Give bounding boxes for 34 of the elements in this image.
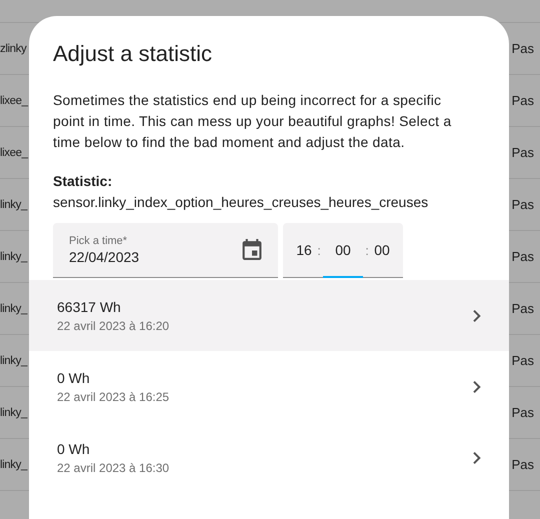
time-field[interactable]: 16 : 00 : 00 [283, 223, 403, 278]
time-segment[interactable]: 00 [371, 223, 393, 278]
chevron-right-icon [473, 452, 481, 464]
table-cell: linky_ [0, 354, 28, 366]
table-cell: Pas [512, 197, 534, 212]
time-segment[interactable]: 00 [323, 223, 363, 278]
table-cell: Pas [512, 405, 534, 420]
statistic-label: Statistic: [53, 172, 114, 191]
table-cell: Pas [512, 301, 534, 316]
table-cell: Pas [512, 249, 534, 264]
table-cell: Pas [512, 41, 534, 56]
chevron-right-icon [473, 310, 481, 322]
statistic-id: sensor.linky_index_option_heures_creuses_heures_creuses [53, 193, 430, 212]
date-field[interactable]: Pick a time* 22/04/2023 [53, 223, 278, 278]
time-separator: : [317, 242, 321, 260]
table-cell: lixee_ [0, 146, 28, 158]
time-separator: : [365, 242, 369, 260]
table-cell: linky_ [0, 406, 28, 418]
table-cell: Pas [512, 145, 534, 160]
table-cell: Pas [512, 457, 534, 472]
dialog-title: Adjust a statistic [53, 40, 213, 68]
chevron-right-icon [473, 380, 481, 392]
table-cell: lixee_ [0, 94, 28, 106]
time-segment[interactable]: 16 [293, 223, 315, 278]
table-cell: linky_ [0, 458, 28, 470]
calendar-icon[interactable] [242, 239, 262, 261]
table-cell: Pas [512, 353, 534, 368]
table-cell: Pas [512, 93, 534, 108]
table-cell: linky_ [0, 250, 28, 262]
table-cell: linky_ [0, 302, 28, 314]
description: Sometimes the statistics end up being incorrect for a specific point in time. This can mess up your beautiful graphs! Select a time below to find the bad moment and adjust the data. [53, 91, 452, 152]
table-cell: zlinky [0, 42, 26, 54]
list-item[interactable]: 66317 Wh 22 avril 2023 à 16:20 [29, 280, 509, 351]
table-cell: linky_ [0, 198, 28, 210]
